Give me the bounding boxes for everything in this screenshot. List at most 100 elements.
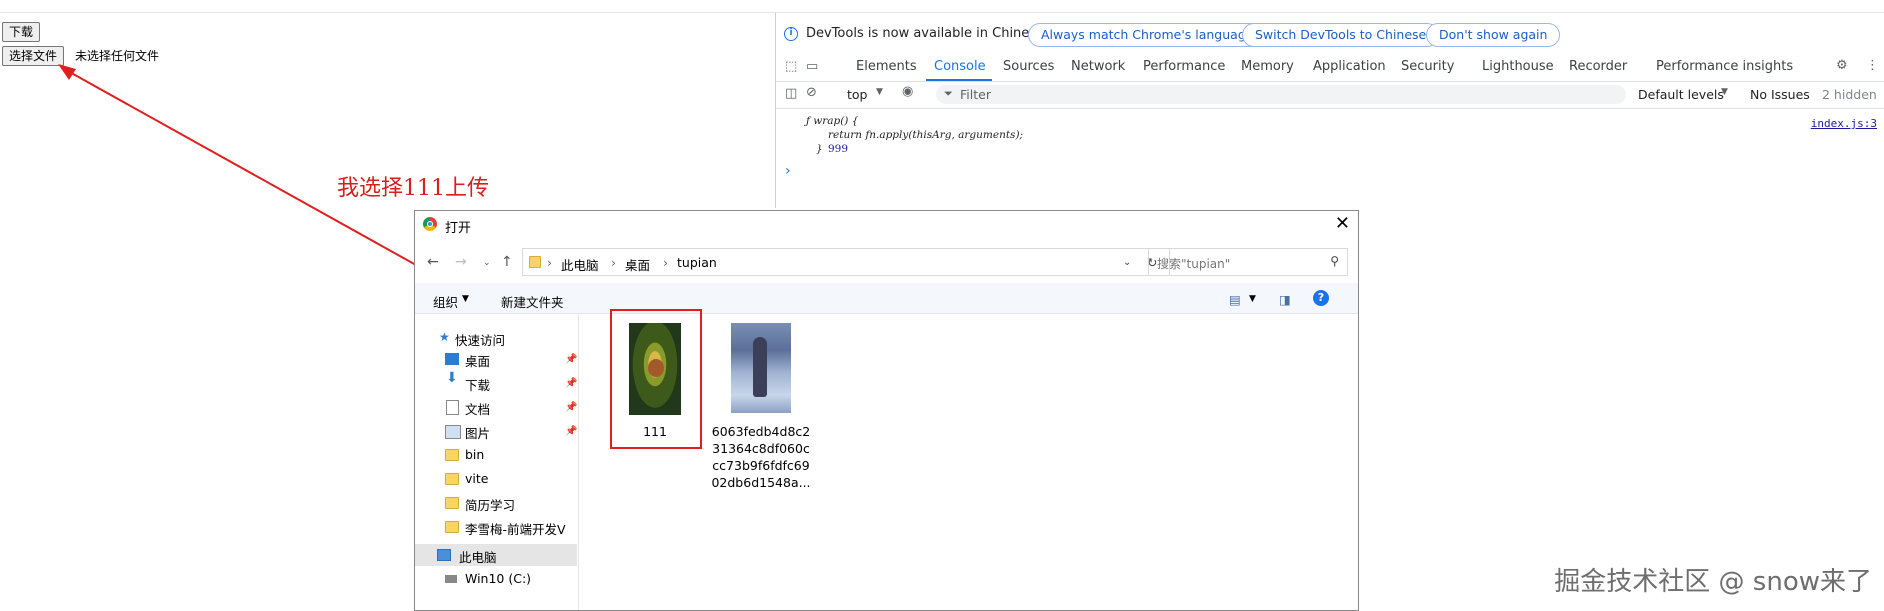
pictures-icon [445, 425, 461, 439]
nav-item-downloads[interactable]: 下载 [465, 375, 490, 394]
tab-elements[interactable]: Elements [856, 59, 917, 74]
filter-input[interactable]: ⏷ Filter [936, 85, 1626, 104]
dont-show-again-button[interactable]: Don't show again [1426, 23, 1561, 47]
view-options-icon[interactable]: ▤ [1229, 292, 1241, 307]
up-arrow-icon[interactable]: ↑ [501, 254, 513, 270]
tab-recorder[interactable]: Recorder [1569, 59, 1627, 74]
star-icon: ★ [439, 330, 450, 344]
console-value: 999 [828, 143, 849, 155]
more-options-icon[interactable]: ⋮ [1866, 58, 1879, 73]
dropdown-caret-icon: ▼ [876, 87, 883, 97]
download-arrow-icon: ⬇ [446, 370, 458, 386]
chrome-logo-icon [423, 217, 437, 231]
filter-placeholder: Filter [960, 87, 991, 102]
chevron-down-icon[interactable]: ⌄ [1123, 257, 1131, 268]
address-bar[interactable]: › 此电脑 › 桌面 › tupian ⌄ ↻ [522, 248, 1170, 276]
nav-item-bin[interactable]: bin [465, 447, 484, 462]
file-name: 6063fedb4d8c2 31364c8df060c cc73b9f6fdfc… [711, 424, 811, 490]
forward-arrow-icon[interactable]: → [455, 254, 467, 270]
search-box[interactable]: 搜索"tupian" ⚲ [1148, 248, 1348, 276]
nav-item-vite[interactable]: vite [465, 471, 488, 486]
nav-quick-access[interactable]: 快速访问 [455, 330, 505, 349]
desktop-icon [445, 353, 459, 365]
info-icon: i [784, 27, 798, 41]
context-selector[interactable]: top [847, 87, 867, 102]
preview-pane-icon[interactable]: ◨ [1279, 292, 1291, 307]
folder-icon [529, 256, 541, 268]
dialog-title: 打开 [445, 221, 472, 236]
tab-console[interactable]: Console [934, 59, 986, 74]
tab-performance[interactable]: Performance [1143, 59, 1225, 74]
settings-gear-icon[interactable]: ⚙ [1836, 58, 1848, 73]
pin-icon: 📌 [565, 402, 578, 413]
clear-console-icon[interactable]: ⊘ [806, 85, 817, 100]
log-levels-dropdown[interactable]: Default levels [1638, 87, 1724, 102]
file-open-dialog: 打开 ✕ ← → ⌄ ↑ › 此电脑 › 桌面 › tupian ⌄ ↻ 搜索"… [414, 210, 1359, 611]
nav-item-pictures[interactable]: 图片 [465, 423, 490, 442]
chevron-right-icon: › [663, 255, 668, 270]
sidebar-toggle-icon[interactable]: ◫ [785, 86, 797, 101]
close-icon[interactable]: ✕ [1335, 213, 1350, 234]
live-expression-eye-icon[interactable]: ◉ [902, 84, 913, 99]
nav-item-resume-study[interactable]: 简历学习 [465, 495, 515, 514]
highlight-box [610, 309, 702, 449]
folder-icon [445, 473, 459, 485]
help-icon[interactable]: ? [1313, 290, 1329, 306]
nav-drive-c[interactable]: Win10 (C:) [465, 571, 531, 586]
new-folder-button[interactable]: 新建文件夹 [501, 292, 564, 311]
organize-button[interactable]: 组织 [433, 292, 458, 311]
folder-icon [445, 449, 459, 461]
nav-this-pc[interactable]: 此电脑 [459, 547, 497, 566]
console-filterbar: ◫ ⊘ top ▼ ◉ ⏷ Filter Default levels ▼ No… [776, 82, 1884, 109]
file-tile-image[interactable]: 6063fedb4d8c2 31364c8df060c cc73b9f6fdfc… [711, 323, 811, 493]
pin-icon: 📌 [565, 354, 578, 365]
image-thumbnail [731, 323, 791, 413]
inspect-element-icon[interactable]: ⬚ [785, 59, 797, 74]
language-infobar: i DevTools is now available in Chinese! … [776, 21, 1884, 47]
tab-application[interactable]: Application [1313, 59, 1386, 74]
devtools-panel: i DevTools is now available in Chinese! … [775, 13, 1884, 208]
back-arrow-icon[interactable]: ← [427, 254, 439, 270]
chevron-right-icon: › [611, 255, 616, 270]
infobar-message: DevTools is now available in Chinese! [806, 26, 1050, 41]
always-match-language-button[interactable]: Always match Chrome's language [1028, 23, 1267, 47]
device-toolbar-icon[interactable]: ▭ [806, 59, 818, 74]
filter-icon: ⏷ [944, 87, 953, 100]
folder-icon [445, 521, 459, 533]
organize-caret-icon: ▼ [462, 294, 469, 304]
tab-memory[interactable]: Memory [1241, 59, 1294, 74]
nav-item-frontend-folder[interactable]: 李雪梅-前端开发V [465, 519, 566, 538]
console-line-2: return fn.apply(thisArg, arguments); [828, 129, 1024, 141]
pin-icon: 📌 [565, 378, 578, 389]
tab-sources[interactable]: Sources [1003, 59, 1054, 74]
computer-icon [437, 549, 451, 561]
tab-security[interactable]: Security [1401, 59, 1454, 74]
recent-locations-icon[interactable]: ⌄ [483, 258, 491, 268]
levels-caret-icon: ▼ [1721, 87, 1728, 97]
console-prompt-icon[interactable]: › [785, 163, 791, 179]
source-link[interactable]: index.js:3 [1811, 117, 1877, 130]
breadcrumb-desktop[interactable]: 桌面 [625, 255, 650, 274]
view-caret-icon[interactable]: ▼ [1249, 294, 1256, 304]
tab-performance-insights[interactable]: Performance insights [1656, 59, 1793, 74]
document-icon [446, 400, 459, 415]
active-tab-indicator [926, 79, 992, 81]
switch-to-chinese-button[interactable]: Switch DevTools to Chinese [1242, 23, 1440, 47]
nav-item-desktop[interactable]: 桌面 [465, 351, 490, 370]
hidden-count: 2 hidden [1822, 87, 1877, 102]
command-bar: 组织 ▼ 新建文件夹 ▤ ▼ ◨ ? [415, 283, 1358, 314]
nav-item-documents[interactable]: 文档 [465, 399, 490, 418]
breadcrumb-tupian[interactable]: tupian [677, 255, 717, 270]
console-output: ƒ wrap() { return fn.apply(thisArg, argu… [776, 113, 1884, 203]
watermark: 掘金技术社区 @ snow来了 [1554, 567, 1872, 597]
tab-network[interactable]: Network [1071, 59, 1125, 74]
devtools-tabs: ⬚ ▭ Elements Console Sources Network Per… [776, 53, 1884, 82]
navigation-pane: ★ 快速访问 桌面 📌 ⬇ 下载 📌 文档 📌 图片 📌 bin vite 简历… [415, 314, 579, 610]
console-line-3: } [816, 143, 823, 155]
search-placeholder: 搜索"tupian" [1157, 257, 1231, 271]
tab-lighthouse[interactable]: Lighthouse [1482, 59, 1554, 74]
console-line-1: ƒ wrap() { [806, 115, 859, 127]
breadcrumb-this-pc[interactable]: 此电脑 [561, 255, 599, 274]
issues-count[interactable]: No Issues [1750, 87, 1810, 102]
pin-icon: 📌 [565, 426, 578, 437]
